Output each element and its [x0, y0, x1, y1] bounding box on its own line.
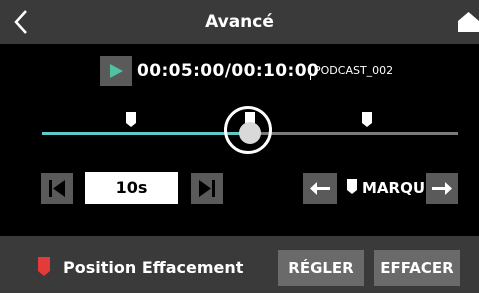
timeline-played-track: [42, 132, 250, 135]
header-bar: Avancé: [0, 0, 479, 44]
play-icon: [110, 64, 123, 78]
set-button[interactable]: RÉGLER: [278, 250, 364, 286]
skip-next-button[interactable]: [191, 173, 223, 204]
skip-to-start-icon: [49, 180, 65, 197]
erase-position-label: Position Effacement: [63, 258, 244, 277]
marker-flag-icon: [347, 179, 357, 194]
timeline-remaining-track: [250, 132, 458, 135]
project-name: PODCAST_002: [314, 64, 394, 77]
home-icon: [458, 12, 479, 32]
skip-to-end-icon: [199, 180, 215, 197]
skip-prev-button[interactable]: [41, 173, 73, 204]
erase-position-flag-icon: [38, 257, 50, 276]
skip-amount-field[interactable]: 10s: [85, 172, 178, 204]
marker-flag-icon: [126, 112, 136, 127]
divider: [310, 64, 311, 80]
mark-prev-button[interactable]: [303, 173, 337, 204]
marker-flag-icon: [362, 112, 372, 127]
arrow-left-icon: [310, 182, 330, 195]
arrow-right-icon: [432, 182, 452, 195]
playhead-knob[interactable]: [239, 122, 261, 144]
home-button[interactable]: [458, 10, 479, 32]
play-button[interactable]: [100, 56, 132, 86]
time-display: 00:05:00/00:10:00: [137, 61, 320, 81]
mark-next-button[interactable]: [426, 173, 458, 204]
page-title: Avancé: [205, 12, 274, 32]
mark-label: MARQU: [362, 179, 424, 197]
advanced-screen: Avancé 00:05:00/00:10:00 PODCAST_002 10s: [0, 0, 479, 293]
clear-button[interactable]: EFFACER: [374, 250, 460, 286]
